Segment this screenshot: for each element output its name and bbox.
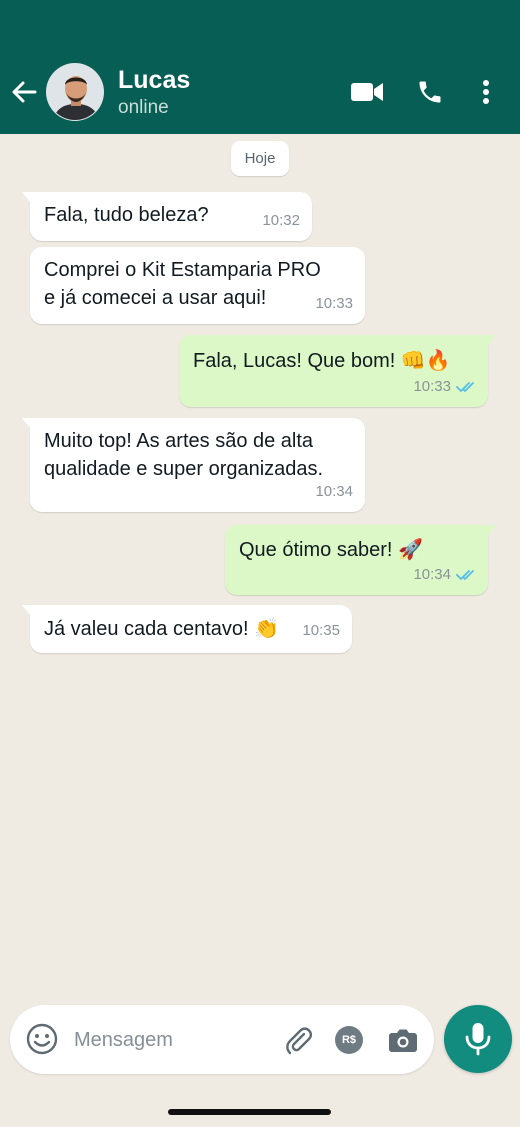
back-button[interactable] — [8, 76, 40, 108]
message-meta: 10:35 — [302, 617, 340, 645]
avatar[interactable] — [46, 63, 104, 121]
message-meta: 10:32 — [262, 207, 300, 235]
camera-button[interactable] — [388, 1026, 418, 1054]
message-incoming[interactable]: Já valeu cada centavo! 👏 10:35 — [22, 605, 352, 653]
paperclip-icon — [286, 1027, 313, 1055]
message-time: 10:33 — [413, 378, 451, 395]
attach-button[interactable] — [283, 1025, 315, 1057]
message-meta: 10:33 — [413, 373, 476, 401]
arrow-left-icon — [12, 81, 37, 103]
message-input[interactable] — [74, 1023, 274, 1057]
message-meta: 10:34 — [315, 478, 353, 506]
video-call-button[interactable] — [347, 74, 387, 110]
message-time: 10:35 — [302, 622, 340, 639]
message-meta: 10:34 — [413, 561, 476, 589]
microphone-icon — [465, 1023, 491, 1056]
message-incoming[interactable]: Muito top! As artes são de alta qualidad… — [22, 418, 365, 512]
chat-header: Lucas online — [0, 0, 520, 134]
message-text: Fala, tudo beleza? — [44, 204, 209, 226]
message-time: 10:34 — [413, 566, 451, 583]
message-time: 10:34 — [315, 483, 353, 500]
message-incoming[interactable]: Fala, tudo beleza? 10:32 — [22, 192, 312, 241]
contact-name[interactable]: Lucas — [118, 66, 190, 94]
message-time: 10:33 — [315, 295, 353, 312]
voice-call-button[interactable] — [412, 74, 448, 110]
message-incoming[interactable]: Comprei o Kit Estamparia PRO e já comece… — [30, 247, 365, 324]
avatar-image — [47, 64, 103, 120]
message-composer: R$ — [10, 1005, 434, 1074]
message-meta: 10:33 — [315, 290, 353, 318]
emoji-button[interactable] — [26, 1023, 58, 1055]
video-camera-icon — [351, 83, 383, 101]
message-time: 10:32 — [262, 212, 300, 229]
payment-button[interactable]: R$ — [335, 1026, 363, 1054]
camera-icon — [389, 1029, 417, 1052]
message-text: Comprei o Kit Estamparia PRO e já comece… — [44, 259, 321, 309]
double-check-icon — [456, 382, 474, 392]
message-text: Já valeu cada centavo! 👏 — [44, 618, 280, 640]
message-outgoing[interactable]: Que ótimo saber! 🚀 10:34 — [225, 525, 496, 595]
contact-status: online — [118, 97, 169, 118]
more-options-button[interactable] — [472, 74, 500, 110]
voice-message-button[interactable] — [444, 1005, 512, 1073]
date-separator: Hoje — [231, 141, 289, 176]
double-check-icon — [456, 570, 474, 580]
message-text: Que ótimo saber! 🚀 — [239, 539, 423, 561]
message-text: Fala, Lucas! Que bom! 👊🔥 — [193, 350, 451, 372]
home-indicator — [168, 1109, 331, 1115]
emoji-icon — [26, 1023, 58, 1055]
more-vertical-icon — [483, 80, 489, 104]
message-outgoing[interactable]: Fala, Lucas! Que bom! 👊🔥 10:33 — [179, 335, 496, 407]
phone-icon — [419, 81, 441, 103]
message-text: Muito top! As artes são de alta qualidad… — [44, 430, 324, 480]
